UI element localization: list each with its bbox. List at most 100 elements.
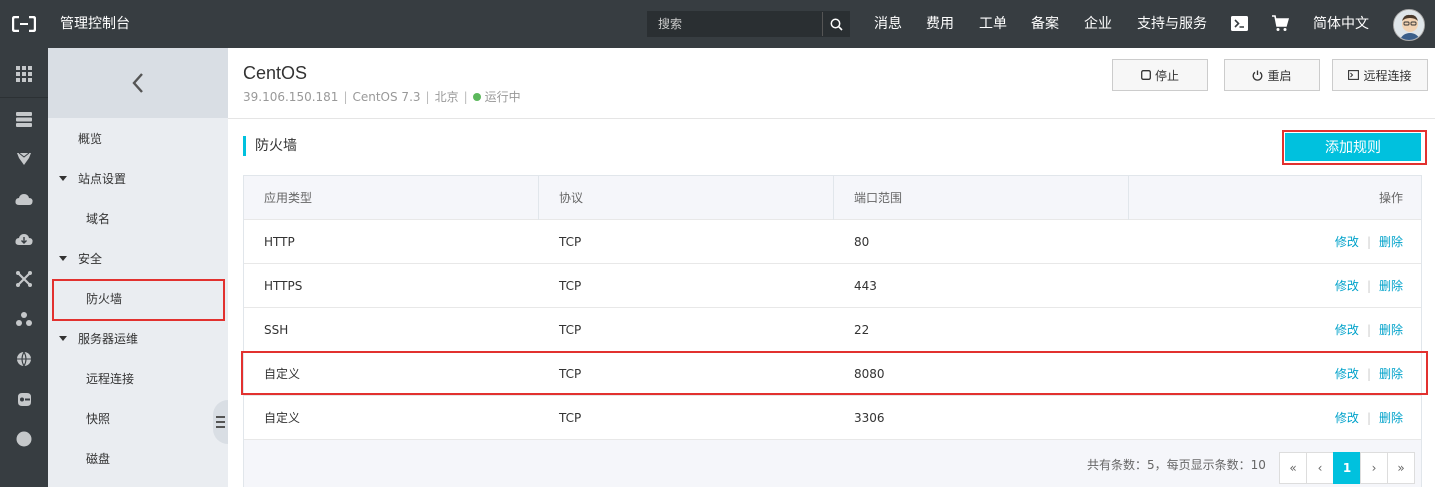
- meta-separator: |: [343, 90, 348, 104]
- stop-label: 停止: [1154, 68, 1179, 83]
- sidebar-item-domain[interactable]: 域名: [48, 199, 228, 239]
- stop-button[interactable]: 停止: [1112, 59, 1208, 91]
- sidebar-group-server-ops[interactable]: 服务器运维: [48, 319, 228, 359]
- instance-meta: 39.106.150.181 | CentOS 7.3 | 北京 | 运行中: [243, 88, 521, 105]
- prev-page-button[interactable]: ‹: [1306, 452, 1334, 484]
- delete-link[interactable]: 删除: [1379, 411, 1403, 425]
- grid-icon[interactable]: [0, 54, 48, 94]
- nav-messages[interactable]: 消息: [874, 0, 902, 48]
- nav-icp-filing[interactable]: 备案: [1031, 0, 1059, 48]
- globe-icon[interactable]: [0, 339, 48, 379]
- sidebar-item-snapshot[interactable]: 快照: [48, 399, 228, 439]
- edit-link[interactable]: 修改: [1335, 235, 1359, 249]
- network-icon[interactable]: [0, 259, 48, 299]
- sidebar-group-label: 安全: [78, 252, 103, 266]
- nav-support[interactable]: 支持与服务: [1137, 0, 1207, 48]
- cart-icon[interactable]: [1271, 15, 1290, 33]
- chevron-left-icon: [132, 73, 143, 93]
- action-separator: |: [1366, 235, 1371, 249]
- status-dot-icon: [472, 92, 481, 101]
- nav-tickets[interactable]: 工单: [979, 0, 1007, 48]
- first-page-button[interactable]: «: [1279, 452, 1307, 484]
- edit-link[interactable]: 修改: [1335, 279, 1359, 293]
- table-row: 自定义 TCP 3306 修改 | 删除: [244, 396, 1421, 440]
- firewall-rules-table: 应用类型 协议 端口范围 操作 HTTP TCP 80 修改 | 删除 HTTPS …: [243, 175, 1422, 487]
- pagination-bar: 共有条数：5，每页显示条数：10 « ‹ 1 › »: [244, 440, 1421, 487]
- edit-link[interactable]: 修改: [1335, 323, 1359, 337]
- action-separator: |: [1366, 411, 1371, 425]
- highlight-custom-8080-row: [241, 351, 1428, 395]
- back-button[interactable]: [48, 48, 228, 118]
- nav-billing[interactable]: 费用: [926, 0, 954, 48]
- delete-link[interactable]: 删除: [1379, 279, 1403, 293]
- product-icon-rail: [0, 48, 48, 487]
- pipeline-icon[interactable]: [0, 379, 48, 419]
- rail-divider: [0, 97, 48, 98]
- cell-protocol: TCP: [559, 235, 582, 249]
- sidebar-item-disk[interactable]: 磁盘: [48, 439, 228, 479]
- server-icon[interactable]: [0, 99, 48, 139]
- action-separator: |: [1366, 279, 1371, 293]
- action-separator: |: [1366, 323, 1371, 337]
- aliyun-logo-icon[interactable]: [0, 0, 48, 48]
- cell-port: 80: [854, 235, 870, 249]
- cell-protocol: TCP: [559, 279, 582, 293]
- highlight-add-rule: [1282, 130, 1427, 165]
- circle-icon[interactable]: [0, 419, 48, 459]
- meta-separator: |: [463, 90, 468, 104]
- edit-link[interactable]: 修改: [1335, 411, 1359, 425]
- restart-button[interactable]: 重启: [1224, 59, 1320, 91]
- next-page-button[interactable]: ›: [1360, 452, 1388, 484]
- pagination-info: 共有条数：5，每页显示条数：10: [1087, 458, 1266, 472]
- cell-port: 443: [854, 279, 877, 293]
- nav-enterprise[interactable]: 企业: [1084, 0, 1112, 48]
- instance-region: 北京: [434, 90, 459, 104]
- delete-link[interactable]: 删除: [1379, 323, 1403, 337]
- terminal-icon[interactable]: [1231, 16, 1248, 32]
- terminal-icon: [1348, 70, 1360, 80]
- caret-down-icon: [59, 176, 67, 181]
- instance-os: CentOS 7.3: [352, 90, 421, 104]
- column-header-actions: 操作: [1378, 191, 1403, 205]
- page-number-button[interactable]: 1: [1333, 452, 1361, 484]
- search-input[interactable]: [648, 12, 823, 36]
- table-header: 应用类型 协议 端口范围 操作: [244, 176, 1421, 220]
- column-header-port-range: 端口范围: [834, 176, 1129, 220]
- cell-port: 3306: [854, 411, 885, 425]
- cluster-icon[interactable]: [0, 299, 48, 339]
- user-avatar[interactable]: [1393, 9, 1425, 41]
- caret-down-icon: [59, 336, 67, 341]
- cell-app-type: HTTPS: [264, 279, 303, 293]
- sidebar-group-site-settings[interactable]: 站点设置: [48, 159, 228, 199]
- shield-icon[interactable]: [0, 139, 48, 179]
- sidebar-item-overview[interactable]: 概览: [48, 119, 228, 159]
- instance-ip: 39.106.150.181: [243, 90, 339, 104]
- sidebar-group-security[interactable]: 安全: [48, 239, 228, 279]
- delete-link[interactable]: 删除: [1379, 235, 1403, 249]
- language-switch[interactable]: 简体中文: [1313, 0, 1369, 48]
- instance-status: 运行中: [484, 90, 521, 104]
- main-content: CentOS 39.106.150.181 | CentOS 7.3 | 北京 | 运行中 …: [228, 48, 1435, 487]
- collapse-sidebar-icon[interactable]: [213, 400, 228, 444]
- cloud-upload-icon[interactable]: [0, 179, 48, 219]
- console-title[interactable]: 管理控制台: [60, 0, 130, 48]
- cell-actions: 修改 | 删除: [1129, 264, 1423, 308]
- search-box: [647, 11, 850, 37]
- cell-actions: 修改 | 删除: [1129, 396, 1423, 440]
- cell-protocol: TCP: [559, 323, 582, 337]
- restart-label: 重启: [1267, 68, 1292, 83]
- cell-actions: 修改 | 删除: [1129, 220, 1423, 264]
- search-icon[interactable]: [822, 12, 849, 36]
- cell-app-type: SSH: [264, 323, 289, 337]
- sidebar-group-label: 服务器运维: [78, 332, 139, 346]
- cloud-download-icon[interactable]: [0, 219, 48, 259]
- column-header-app-type: 应用类型: [244, 176, 539, 220]
- remote-connect-label: 远程连接: [1363, 68, 1412, 83]
- caret-down-icon: [59, 256, 67, 261]
- section-title: 防火墙: [243, 136, 297, 156]
- instance-header: CentOS 39.106.150.181 | CentOS 7.3 | 北京 | 运行中 …: [228, 48, 1435, 119]
- sidebar-item-remote-connect[interactable]: 远程连接: [48, 359, 228, 399]
- remote-connect-button[interactable]: 远程连接: [1332, 59, 1428, 91]
- table-row: HTTPS TCP 443 修改 | 删除: [244, 264, 1421, 308]
- last-page-button[interactable]: »: [1387, 452, 1415, 484]
